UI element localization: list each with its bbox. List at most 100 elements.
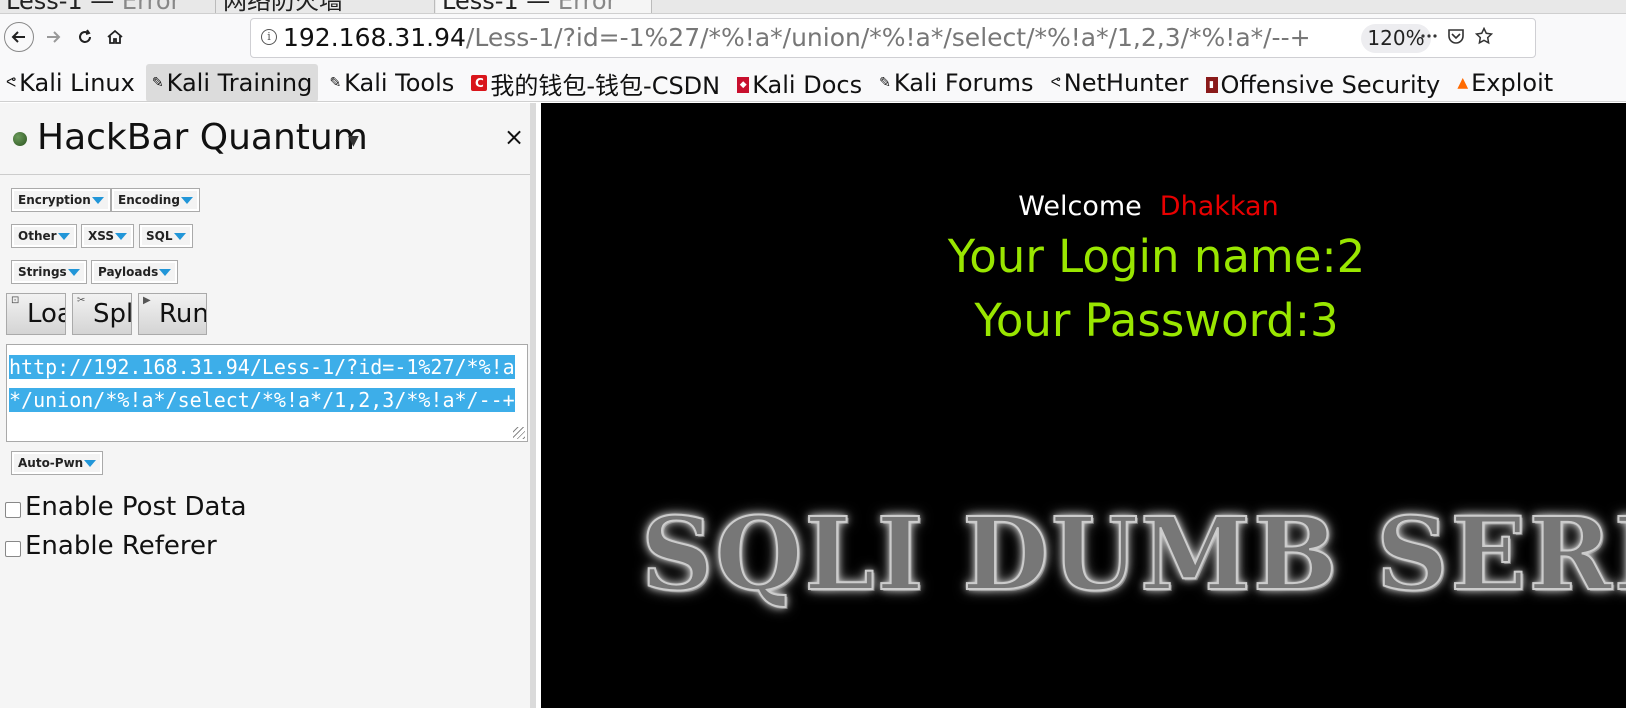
load-icon: ⊡ [11, 295, 20, 306]
bookmark-label: 我的钱包-钱包-CSDN [490, 71, 721, 100]
menu-label: Auto-Pwn [18, 456, 84, 470]
strings-menu-button[interactable]: Strings [11, 260, 87, 284]
navigation-bar: i 192.168.31.94/Less-1/?id=-1%27/*%!a*/u… [0, 14, 1626, 64]
hackbar-sidebar: HackBar Quantum ▼ × Encryption Encoding … [0, 103, 536, 708]
kali-forums-icon: ✎ [879, 75, 891, 91]
forward-icon[interactable] [38, 22, 68, 52]
url-host: 192.168.31.94 [283, 23, 466, 52]
offsec-icon: ▮ [1205, 77, 1218, 93]
bookmark-label: Exploit [1471, 69, 1554, 97]
tab-label: 网络防火墙 [223, 0, 343, 14]
split-url-button[interactable]: ✂ Spli [72, 293, 132, 335]
bookmark-offensive-security[interactable]: ▮ Offensive Security [1200, 66, 1447, 101]
kali-tools-icon: ✎ [329, 75, 342, 91]
dropdown-arrow-icon [159, 269, 172, 276]
url-textarea[interactable]: http://192.168.31.94/Less-1/?id=-1%27/*%… [6, 344, 528, 442]
bookmark-exploit-db[interactable]: ▲ Exploit [1451, 64, 1559, 101]
page-content: Welcome Dhakkan Your Login name:2 Your Pa… [541, 103, 1626, 708]
tab-less-1-a[interactable]: Less-1 — Error [0, 0, 216, 14]
sidebar-header: HackBar Quantum ▼ × [0, 103, 530, 175]
bookmark-label: NetHunter [1063, 69, 1189, 97]
scissors-icon: ✂ [77, 295, 86, 306]
bookmark-kali-tools[interactable]: ✎ Kali Tools [323, 64, 460, 101]
menu-label: Payloads [98, 265, 159, 279]
auto-pwn-menu-button[interactable]: Auto-Pwn [11, 451, 104, 475]
password-text: Your Password:3 [974, 294, 1339, 347]
nethunter-icon: ᕙ [1050, 75, 1061, 91]
dropdown-arrow-icon [173, 233, 186, 240]
bookmark-label: Kali Tools [344, 69, 455, 97]
enable-referer-checkbox[interactable] [5, 541, 21, 557]
more-icon[interactable] [1421, 27, 1437, 50]
sidebar-title[interactable]: HackBar Quantum [37, 117, 368, 158]
encoding-menu-button[interactable]: Encoding [111, 188, 200, 212]
reload-icon[interactable] [70, 22, 100, 52]
other-menu-button[interactable]: Other [11, 224, 77, 248]
dropdown-arrow-icon [84, 460, 97, 467]
run-icon: ▶ [143, 295, 151, 306]
enable-post-data-checkbox[interactable] [5, 502, 21, 518]
bookmark-csdn[interactable]: C 我的钱包-钱包-CSDN [465, 64, 726, 101]
bookmark-label: Kali Training [166, 69, 313, 97]
dropdown-arrow-icon [115, 233, 127, 240]
sqli-dumb-series-banner: SQLI DUMB SERIES [640, 494, 1626, 614]
menu-label: SQL [146, 229, 173, 243]
tab-label-faded: Error [557, 0, 617, 14]
dropdown-arrow-icon [67, 269, 80, 276]
menu-label: Encoding [118, 193, 180, 207]
xss-menu-button[interactable]: XSS [81, 224, 134, 248]
bookmark-label: Kali Forums [893, 69, 1034, 97]
bookmark-label: Offensive Security [1220, 71, 1441, 99]
welcome-line: Welcome Dhakkan [541, 191, 1626, 222]
address-bar[interactable]: i 192.168.31.94/Less-1/?id=-1%27/*%!a*/u… [250, 18, 1536, 58]
bookmark-kali-linux[interactable]: ᕙ Kali Linux [0, 64, 141, 101]
button-label: Run [159, 299, 207, 329]
bookmark-label: Kali Linux [19, 69, 135, 97]
bookmark-kali-training[interactable]: ✎ Kali Training [145, 64, 319, 101]
hackbar-logo-icon [13, 132, 27, 146]
kali-docs-icon: ◆ [737, 77, 750, 93]
bookmark-nethunter[interactable]: ᕙ NetHunter [1045, 64, 1195, 101]
dropdown-arrow-icon [91, 197, 104, 204]
login-name-text: Your Login name:2 [947, 230, 1366, 283]
enable-post-data-label[interactable]: Enable Post Data [25, 492, 247, 522]
dropdown-arrow-icon [57, 233, 70, 240]
kali-training-icon: ✎ [151, 75, 164, 91]
info-icon[interactable]: i [261, 29, 277, 45]
tab-label: Less-1 [6, 0, 83, 14]
bookmarks-bar: ᕙ Kali Linux ✎ Kali Training ✎ Kali Tools C… [0, 64, 1626, 102]
csdn-icon: C [471, 75, 488, 91]
button-label: Loa [27, 299, 65, 329]
exploit-db-icon: ▲ [1457, 75, 1469, 91]
sql-menu-button[interactable]: SQL [139, 224, 193, 248]
enable-referer-label[interactable]: Enable Referer [25, 531, 217, 561]
bookmark-label: Kali Docs [752, 71, 863, 99]
welcome-text: Welcome [1018, 191, 1142, 222]
bookmark-kali-docs[interactable]: ◆ Kali Docs [731, 66, 868, 101]
payloads-menu-button[interactable]: Payloads [91, 260, 179, 284]
back-icon[interactable] [4, 22, 34, 52]
run-button[interactable]: ▶ Run [138, 293, 207, 335]
tab-label-faded: Error [121, 0, 181, 14]
tab-label: Less-1 [442, 0, 519, 14]
tab-strip: Less-1 — Error 网络防火墙 Less-1 — Error [0, 0, 1626, 14]
star-icon[interactable] [1474, 26, 1494, 50]
close-icon[interactable]: × [504, 123, 524, 151]
home-icon[interactable] [100, 22, 130, 52]
encryption-menu-button[interactable]: Encryption [11, 188, 111, 212]
menu-label: Other [18, 229, 57, 243]
chevron-down-icon[interactable]: ▼ [348, 133, 359, 149]
load-url-button[interactable]: ⊡ Loa [6, 293, 66, 335]
bookmark-kali-forums[interactable]: ✎ Kali Forums [873, 64, 1039, 101]
button-label: Spli [93, 299, 131, 329]
tab-less-1-b[interactable]: Less-1 — Error [436, 0, 652, 14]
pocket-icon[interactable] [1447, 27, 1465, 50]
menu-label: Strings [18, 265, 67, 279]
tab-firewall[interactable]: 网络防火墙 [217, 0, 435, 14]
menu-label: XSS [88, 229, 114, 243]
kali-icon: ᕙ [6, 75, 17, 91]
address-url[interactable]: 192.168.31.94/Less-1/?id=-1%27/*%!a*/uni… [283, 23, 1311, 53]
resize-grip-icon[interactable] [513, 427, 525, 439]
username-text: Dhakkan [1159, 191, 1279, 222]
dropdown-arrow-icon [180, 197, 193, 204]
